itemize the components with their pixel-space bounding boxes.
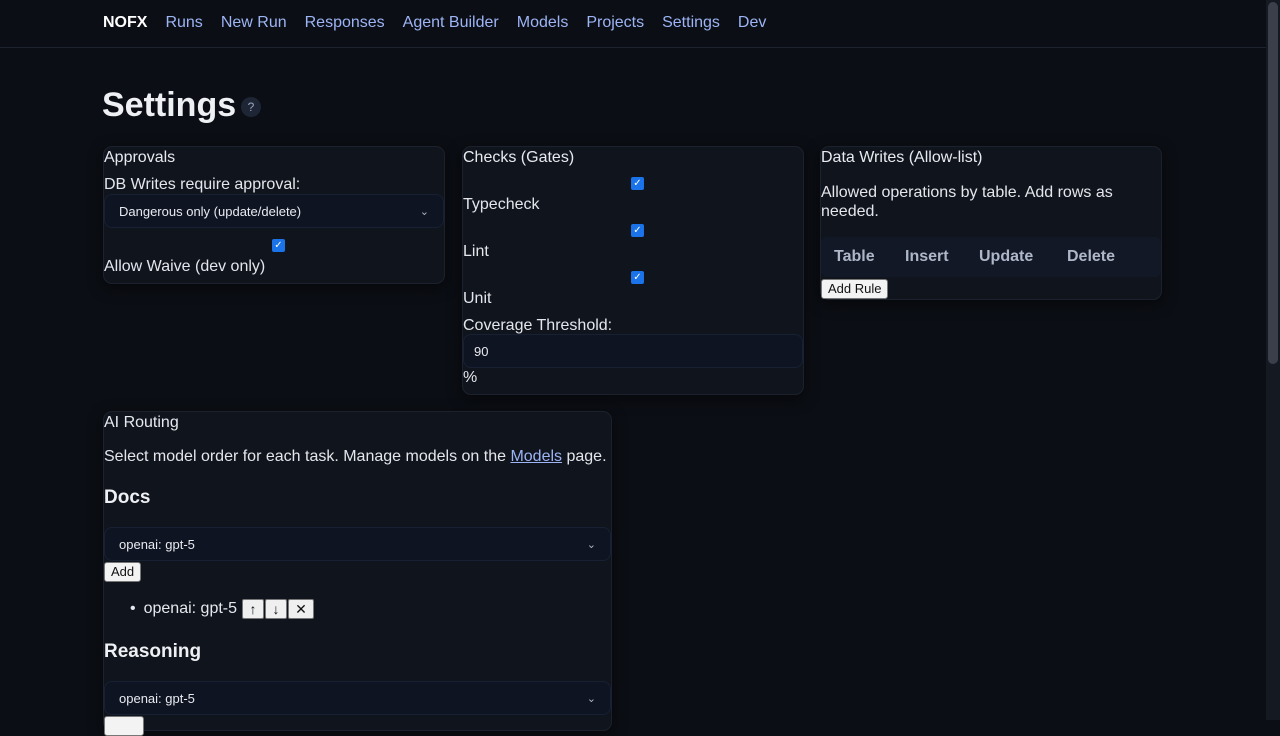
description-text-end: page. [562, 448, 607, 465]
col-update: Update [979, 248, 1034, 265]
move-down-button[interactable]: ↓ [265, 599, 288, 619]
brand-logo[interactable]: NOFX [103, 14, 147, 32]
lint-label: Lint [463, 243, 489, 260]
col-delete: Delete [1067, 248, 1116, 265]
col-insert: Insert [905, 248, 949, 265]
docs-model-value: openai: gpt-5 [119, 536, 195, 552]
nav-links: NOFX Runs New Run Responses Agent Builde… [103, 14, 766, 32]
allow-waive-checkbox[interactable]: ✓ [272, 239, 285, 252]
db-writes-label: DB Writes require approval: [104, 176, 301, 193]
coverage-unit: % [463, 369, 478, 386]
checks-card: Checks (Gates) ✓ Typecheck ✓ Lint ✓ Unit… [462, 146, 804, 395]
checks-title: Checks (Gates) [463, 149, 575, 166]
chevron-down-icon: ⌄ [419, 205, 429, 218]
nav-settings[interactable]: Settings [662, 14, 720, 32]
docs-model-list-item: • openai: gpt-5 ↑ ↓ ✕ [130, 599, 315, 619]
typecheck-label: Typecheck [463, 196, 540, 213]
reasoning-model-select[interactable]: openai: gpt-5 ⌄ [104, 681, 611, 715]
data-writes-title: Data Writes (Allow-list) [821, 149, 983, 166]
docs-heading: Docs [104, 487, 151, 508]
reasoning-model-value: openai: gpt-5 [119, 690, 195, 706]
approvals-card: Approvals DB Writes require approval: Da… [103, 146, 445, 284]
page-title: Settings [102, 86, 237, 124]
allow-list-table-header: Table Insert Update Delete [821, 237, 1161, 277]
models-link[interactable]: Models [510, 448, 562, 465]
nav-dev[interactable]: Dev [738, 14, 766, 32]
col-table: Table [834, 248, 875, 265]
ai-routing-title: AI Routing [104, 414, 179, 431]
typecheck-checkbox[interactable]: ✓ [631, 177, 644, 190]
data-writes-card: Data Writes (Allow-list) Allowed operati… [820, 146, 1162, 300]
nav-models[interactable]: Models [517, 14, 569, 32]
data-writes-description: Allowed operations by table. Add rows as… [821, 184, 1113, 220]
nav-agent-builder[interactable]: Agent Builder [403, 14, 499, 32]
ai-routing-description: Select model order for each task. Manage… [104, 448, 607, 466]
help-icon[interactable]: ? [241, 97, 261, 117]
top-nav: NOFX Runs New Run Responses Agent Builde… [0, 0, 1266, 48]
coverage-value: 90 [474, 343, 489, 359]
approvals-title: Approvals [104, 149, 176, 166]
remove-button[interactable]: ✕ [288, 599, 315, 619]
chevron-down-icon: ⌄ [586, 538, 596, 551]
coverage-label: Coverage Threshold: [463, 317, 613, 334]
add-rule-button[interactable]: Add Rule [821, 279, 889, 299]
move-up-button[interactable]: ↑ [242, 599, 265, 619]
unit-checkbox[interactable]: ✓ [631, 271, 644, 284]
docs-add-button[interactable]: Add [104, 562, 142, 582]
bullet: • [130, 600, 136, 617]
coverage-input[interactable]: 90 [463, 334, 803, 368]
description-text: Select model order for each task. Manage… [104, 448, 511, 465]
nav-projects[interactable]: Projects [586, 14, 644, 32]
ai-routing-card: AI Routing Select model order for each t… [103, 411, 612, 736]
lint-checkbox[interactable]: ✓ [631, 224, 644, 237]
allow-waive-label: Allow Waive (dev only) [104, 258, 266, 275]
docs-model-select[interactable]: openai: gpt-5 ⌄ [104, 527, 611, 561]
reasoning-add-button[interactable] [104, 716, 144, 736]
docs-model-name: openai: gpt-5 [143, 600, 238, 617]
unit-label: Unit [463, 290, 492, 307]
nav-runs[interactable]: Runs [165, 14, 202, 32]
reasoning-heading: Reasoning [104, 641, 202, 662]
chevron-down-icon: ⌄ [586, 692, 596, 705]
scrollbar-thumb[interactable] [1268, 2, 1278, 364]
db-writes-select[interactable]: Dangerous only (update/delete) ⌄ [104, 194, 444, 228]
nav-new-run[interactable]: New Run [221, 14, 287, 32]
nav-responses[interactable]: Responses [305, 14, 385, 32]
scrollbar[interactable] [1266, 0, 1280, 720]
db-writes-value: Dangerous only (update/delete) [119, 203, 302, 219]
